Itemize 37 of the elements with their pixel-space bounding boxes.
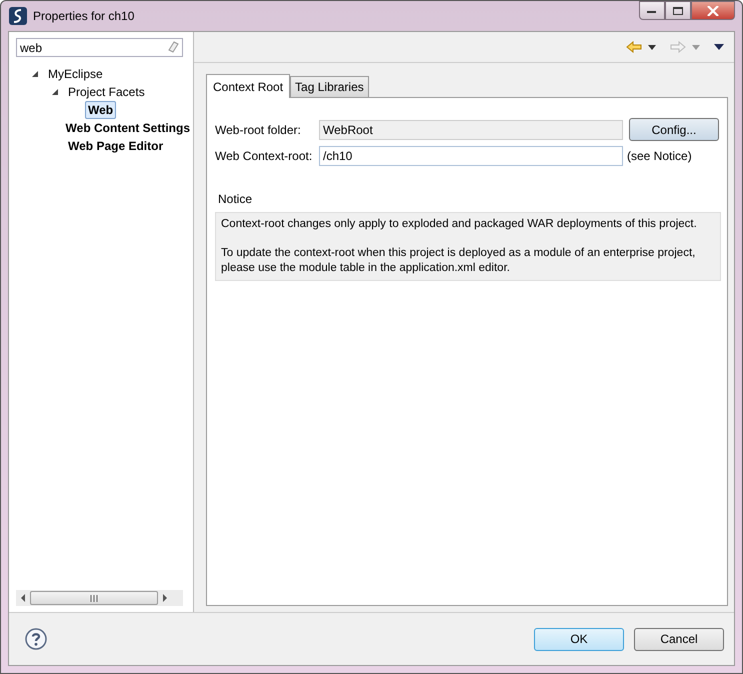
- right-arrow-icon[interactable]: [162, 594, 168, 602]
- horizontal-scrollbar[interactable]: [16, 590, 183, 606]
- notice-heading: Notice: [218, 192, 254, 206]
- notice-text: To update the context-root when this project is deployed as a module of an enterprise project, please use the module table in the application.xml editor.: [221, 246, 696, 276]
- back-arrow-icon[interactable]: [626, 41, 642, 53]
- dropdown-caret-icon[interactable]: [648, 44, 656, 50]
- expand-icon[interactable]: [31, 70, 39, 78]
- tree-item[interactable]: Project Facets: [65, 83, 148, 101]
- maximize-icon: [673, 6, 683, 14]
- tree-item[interactable]: MyEclipse: [45, 65, 106, 83]
- left-arrow-icon[interactable]: [20, 594, 26, 602]
- tab[interactable]: Tag Libraries: [290, 76, 369, 97]
- web-root-folder-field[interactable]: WebRoot: [319, 120, 623, 140]
- notice-text: Context-root changes only apply to exploded and packaged WAR deployments of this project.: [221, 217, 698, 232]
- grip-icon: [90, 594, 98, 602]
- expand-icon[interactable]: [51, 88, 59, 96]
- app-logo-icon: [9, 7, 27, 25]
- help-icon[interactable]: [25, 628, 47, 650]
- dialog-button[interactable]: OK: [534, 628, 624, 650]
- tree-item[interactable]: Web Page Editor: [65, 137, 166, 155]
- minimize-button[interactable]: [639, 1, 665, 20]
- maximize-button[interactable]: [665, 1, 691, 20]
- clear-icon[interactable]: [167, 41, 179, 53]
- context-root-field[interactable]: /ch10: [319, 146, 623, 166]
- tab[interactable]: Context Root: [206, 74, 290, 98]
- view-menu-icon[interactable]: [714, 44, 724, 50]
- close-button[interactable]: [691, 1, 735, 20]
- filter-field[interactable]: web: [16, 38, 183, 57]
- field-label: Web Context-root:: [215, 149, 314, 163]
- dialog-button[interactable]: Cancel: [634, 628, 724, 650]
- config-button[interactable]: Config...: [629, 118, 719, 141]
- hint-text: (see Notice): [627, 149, 692, 163]
- close-icon: [707, 6, 719, 16]
- field-label: Web-root folder:: [215, 122, 302, 136]
- tree-item[interactable]: Web: [85, 101, 116, 119]
- window-title: Properties for ch10: [33, 9, 134, 23]
- tree-item[interactable]: Web Content Settings: [62, 119, 193, 137]
